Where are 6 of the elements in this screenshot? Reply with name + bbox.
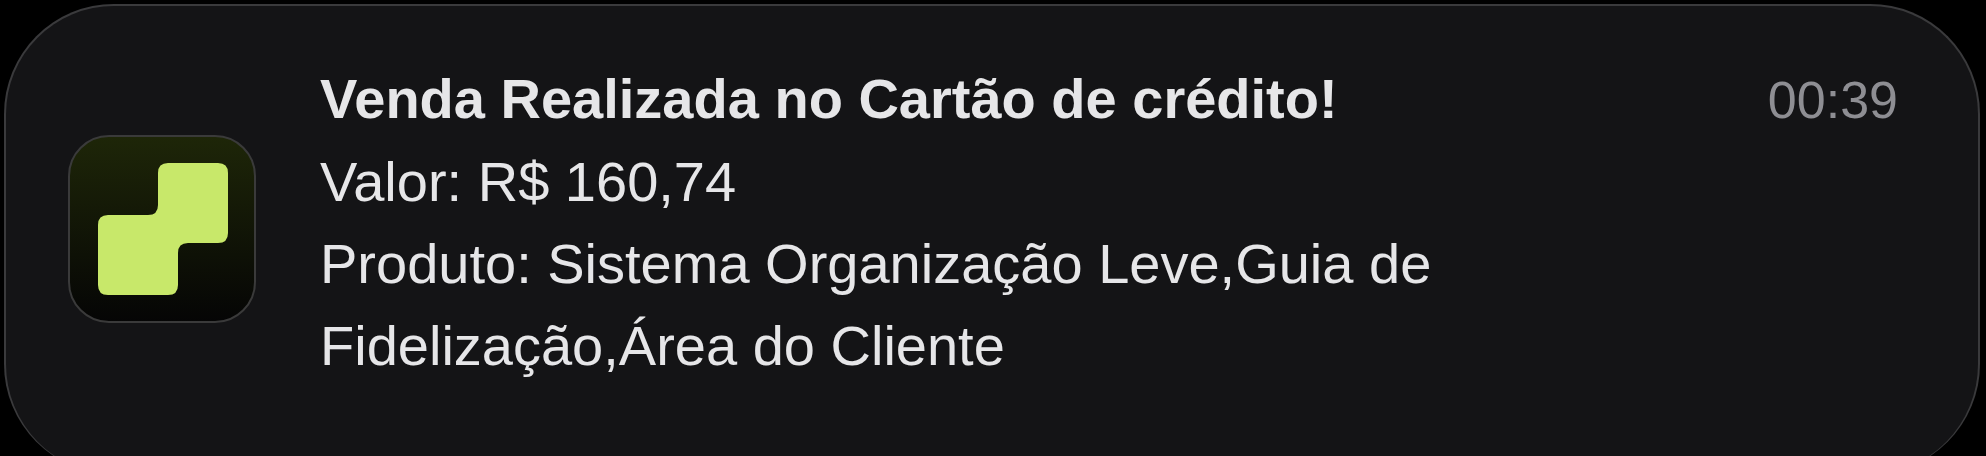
notification-time: 00:39	[1767, 70, 1898, 131]
notification-card[interactable]: Venda Realizada no Cartão de crédito! 00:39 Valor: R$ 160,74 Produto: Sistema Organização Leve,Guia de Fidelização,Área do Cliente	[4, 4, 1980, 456]
app-icon	[68, 135, 256, 323]
notification-text: Valor: R$ 160,74	[320, 149, 738, 215]
notification-text: Produto: Sistema Organização Leve,Guia de Fidelização,Área do Cliente	[320, 231, 1433, 379]
notification-title: Venda Realizada no Cartão de crédito!	[320, 66, 1338, 132]
